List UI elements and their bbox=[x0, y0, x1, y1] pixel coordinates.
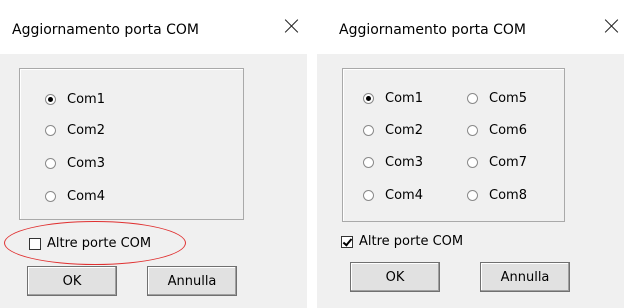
highlight-ellipse bbox=[4, 221, 186, 265]
radio-button[interactable] bbox=[363, 190, 374, 201]
radio-label: Com4 bbox=[385, 188, 423, 203]
close-icon[interactable] bbox=[600, 14, 624, 38]
other-ports-label: Altre porte COM bbox=[359, 234, 464, 249]
radio-label: Com4 bbox=[67, 189, 105, 204]
ok-button[interactable]: OK bbox=[27, 266, 117, 296]
dialog-title: Aggiornamento porta COM bbox=[12, 22, 199, 38]
radio-label: Com2 bbox=[67, 123, 105, 138]
radio-button[interactable] bbox=[467, 157, 478, 168]
radio-button[interactable] bbox=[45, 158, 56, 169]
cancel-button[interactable]: Annulla bbox=[147, 266, 237, 296]
ok-button[interactable]: OK bbox=[350, 262, 440, 292]
right-dialog: Aggiornamento porta COM Com1 Com2 Com3 C… bbox=[317, 0, 624, 308]
radio-label: Com8 bbox=[489, 188, 527, 203]
other-ports-checkbox[interactable] bbox=[341, 235, 353, 248]
radio-com7[interactable]: Com7 bbox=[467, 155, 527, 170]
radio-com1[interactable]: Com1 bbox=[45, 92, 105, 107]
radio-button[interactable] bbox=[363, 157, 374, 168]
dialog-title: Aggiornamento porta COM bbox=[339, 22, 526, 38]
radio-button[interactable] bbox=[467, 93, 478, 104]
radio-button[interactable] bbox=[45, 191, 56, 202]
radio-button[interactable] bbox=[467, 190, 478, 201]
radio-label: Com1 bbox=[385, 91, 423, 106]
close-icon[interactable] bbox=[280, 14, 304, 38]
radio-com4[interactable]: Com4 bbox=[363, 188, 423, 203]
radio-com1[interactable]: Com1 bbox=[363, 91, 423, 106]
radio-com6[interactable]: Com6 bbox=[467, 123, 527, 138]
radio-com5[interactable]: Com5 bbox=[467, 91, 527, 106]
cancel-button[interactable]: Annulla bbox=[480, 262, 570, 292]
radio-label: Com3 bbox=[67, 156, 105, 171]
radio-label: Com3 bbox=[385, 155, 423, 170]
radio-com3[interactable]: Com3 bbox=[45, 156, 105, 171]
radio-com4[interactable]: Com4 bbox=[45, 189, 105, 204]
radio-button[interactable] bbox=[363, 93, 374, 104]
radio-label: Com1 bbox=[67, 92, 105, 107]
radio-button[interactable] bbox=[45, 125, 56, 136]
radio-com8[interactable]: Com8 bbox=[467, 188, 527, 203]
other-ports-checkbox-row[interactable]: Altre porte COM bbox=[341, 234, 463, 249]
radio-button[interactable] bbox=[363, 125, 374, 136]
left-dialog: Aggiornamento porta COM Com1 Com2 Com3 C… bbox=[0, 0, 307, 308]
radio-com3[interactable]: Com3 bbox=[363, 155, 423, 170]
radio-label: Com6 bbox=[489, 123, 527, 138]
radio-label: Com5 bbox=[489, 91, 527, 106]
radio-label: Com2 bbox=[385, 123, 423, 138]
radio-label: Com7 bbox=[489, 155, 527, 170]
radio-com2[interactable]: Com2 bbox=[363, 123, 423, 138]
radio-button[interactable] bbox=[467, 125, 478, 136]
radio-com2[interactable]: Com2 bbox=[45, 123, 105, 138]
radio-button[interactable] bbox=[45, 94, 56, 105]
